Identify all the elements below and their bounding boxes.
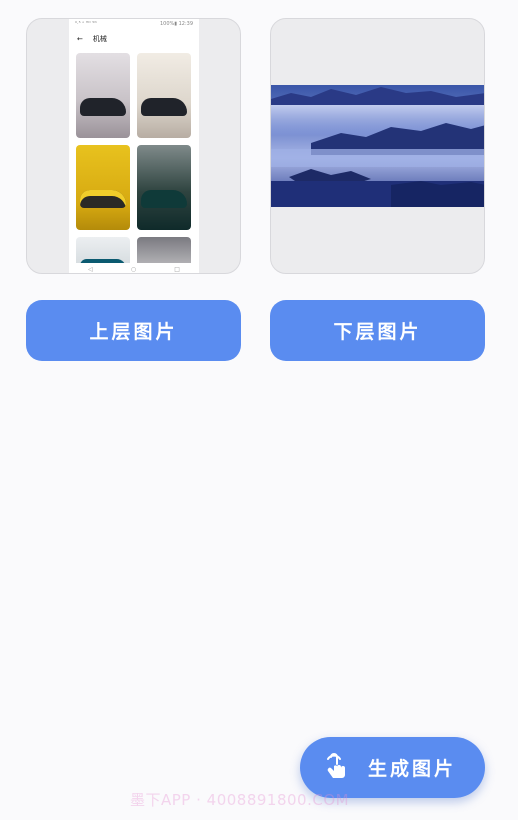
car-thumbnail (137, 53, 191, 138)
page: ⁰·⁵ ᵒ ᴴᴰ ⁵ᴳ 100%▮ 12:39 ← 机械 ◁ ○ □ 上层图片 … (0, 0, 518, 820)
square-recents-icon: □ (174, 265, 180, 273)
phone-title-bar: ← 机械 (69, 29, 199, 49)
phone-status-bar: ⁰·⁵ ᵒ ᴴᴰ ⁵ᴳ 100%▮ 12:39 (69, 19, 199, 29)
generate-image-label: 生成图片 (368, 758, 457, 780)
car-thumbnail (76, 53, 130, 138)
lower-image-preview-card[interactable] (270, 18, 485, 274)
phone-status-right: 100%▮ 12:39 (159, 21, 193, 27)
car-thumbnail (76, 145, 130, 230)
phone-title: 机械 (92, 35, 107, 43)
phone-image-grid (76, 53, 192, 273)
back-arrow-icon: ← (77, 35, 83, 43)
upper-image-thumbnail: ⁰·⁵ ᵒ ᴴᴰ ⁵ᴳ 100%▮ 12:39 ← 机械 ◁ ○ □ (69, 19, 199, 273)
lower-image-button[interactable]: 下层图片 (270, 300, 485, 361)
lower-image-thumbnail (271, 85, 484, 207)
phone-nav-bar: ◁ ○ □ (69, 263, 199, 273)
phone-status-left: ⁰·⁵ ᵒ ᴴᴰ ⁵ᴳ (75, 21, 97, 27)
triangle-back-icon: ◁ (88, 265, 93, 273)
upper-image-preview-card[interactable]: ⁰·⁵ ᵒ ᴴᴰ ⁵ᴳ 100%▮ 12:39 ← 机械 ◁ ○ □ (26, 18, 241, 274)
circle-home-icon: ○ (130, 265, 137, 273)
car-thumbnail (137, 145, 191, 230)
watermark: 墨下APP · 4008891800.COM (130, 791, 350, 809)
touch-hand-icon (327, 752, 345, 778)
upper-image-button[interactable]: 上层图片 (26, 300, 241, 361)
